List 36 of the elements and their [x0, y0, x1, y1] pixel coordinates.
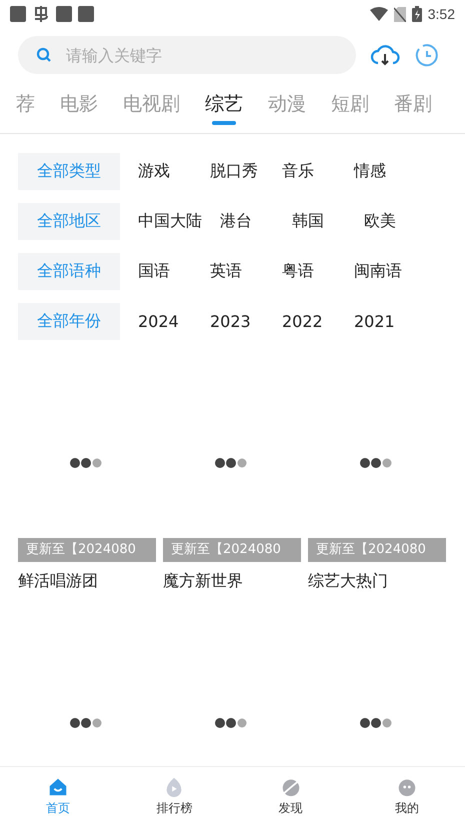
notification-icon [56, 6, 72, 22]
nav-tab[interactable]: 我的 [348, 767, 465, 826]
filter-option[interactable]: 粤语 [282, 253, 336, 290]
clock-time: 3:52 [428, 6, 455, 22]
house-icon [47, 776, 70, 798]
filter-option[interactable]: 闽南语 [354, 253, 408, 290]
filter-option[interactable]: 欧美 [364, 203, 418, 240]
show-title[interactable]: 鲜活唱游团 [18, 562, 156, 600]
filter-option[interactable]: 2024 [138, 303, 192, 340]
filter-option[interactable]: 韩国 [292, 203, 346, 240]
filter-option[interactable]: 游戏 [138, 153, 192, 190]
nav-tab[interactable]: 排行榜 [116, 767, 232, 826]
update-label: 更新至【2024080 [163, 538, 301, 562]
show-title[interactable]: 魔方新世界 [163, 562, 301, 600]
show-title[interactable]: 综艺大热门 [308, 562, 446, 600]
update-label: 更新至【2024080 [308, 538, 446, 562]
notification-icon [10, 6, 26, 22]
filter-option[interactable]: 2023 [210, 303, 264, 340]
battery-icon [412, 6, 422, 22]
filter-option[interactable]: 脱口秀 [210, 153, 264, 190]
filter-option[interactable]: 中国大陆 [138, 203, 202, 240]
wifi-icon [370, 7, 388, 21]
filter-option[interactable]: 国语 [138, 253, 192, 290]
filter-option[interactable]: 2021 [354, 303, 408, 340]
update-label: 更新至【2024080 [18, 538, 156, 562]
no-sim-icon [394, 6, 406, 22]
search-field[interactable]: 请输入关键字 [18, 36, 356, 74]
filter-option[interactable]: 2022 [282, 303, 336, 340]
nav-tab[interactable]: 发现 [232, 767, 349, 826]
filter-option[interactable]: 英语 [210, 253, 264, 290]
filter-option[interactable]: 音乐 [282, 153, 336, 190]
category-tab[interactable]: 综艺 [205, 82, 243, 131]
filter-option[interactable]: 情感 [354, 153, 408, 190]
filter-option[interactable]: 港台 [220, 203, 274, 240]
download-button[interactable] [370, 43, 400, 67]
notification-icon [78, 6, 94, 22]
